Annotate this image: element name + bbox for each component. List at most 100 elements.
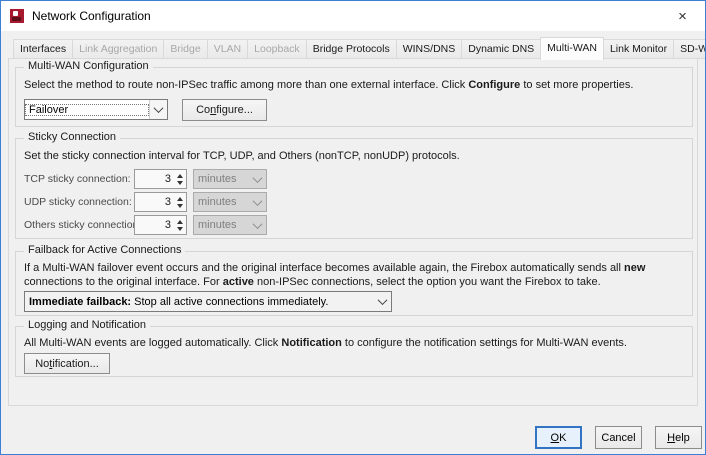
- method-value: Failover: [25, 104, 149, 116]
- button-label: H: [667, 432, 675, 444]
- spinner-buttons: [174, 193, 186, 211]
- tab-label: Link Monitor: [610, 43, 667, 55]
- chevron-down-icon: [374, 292, 391, 311]
- tab-bar: Interfaces Link Aggregation Bridge VLAN …: [13, 37, 706, 59]
- text-bold: Notification: [281, 337, 342, 349]
- udp-sticky-value: 3: [135, 196, 174, 208]
- text-bold: new: [624, 262, 645, 274]
- button-label: Cancel: [601, 432, 635, 444]
- udp-unit-dropdown: minutes: [193, 192, 267, 212]
- tcp-unit-dropdown: minutes: [193, 169, 267, 189]
- text: Stop all active connections immediately.: [131, 296, 328, 308]
- tcp-sticky-input[interactable]: 3: [134, 169, 187, 189]
- spin-up-icon[interactable]: [177, 174, 183, 178]
- text-bold: Configure: [468, 79, 520, 91]
- tab-label: VLAN: [214, 43, 241, 55]
- tab-sd-wan[interactable]: SD-WAN: [673, 39, 706, 59]
- others-sticky-input[interactable]: 3: [134, 215, 187, 235]
- spin-down-icon[interactable]: [177, 227, 183, 231]
- configure-button[interactable]: Configure...: [182, 99, 267, 121]
- text: If a Multi-WAN failover event occurs and…: [24, 262, 624, 274]
- tab-label: SD-WAN: [680, 43, 706, 55]
- failback-action-dropdown[interactable]: Immediate failback: Stop all active conn…: [24, 291, 392, 312]
- tab-label: Bridge Protocols: [313, 43, 390, 55]
- logging-description: All Multi-WAN events are logged automati…: [24, 336, 684, 350]
- button-label: elp: [675, 432, 690, 444]
- tab-label: WINS/DNS: [403, 43, 456, 55]
- spinner-buttons: [174, 170, 186, 188]
- text-bold: Immediate failback:: [29, 296, 131, 308]
- button-label: figure...: [216, 104, 253, 116]
- network-configuration-dialog: Network Configuration × Interfaces Link …: [0, 0, 706, 455]
- tab-loopback: Loopback: [247, 39, 307, 59]
- text: connections to the original interface. F…: [24, 276, 223, 288]
- chevron-down-icon: [249, 193, 266, 211]
- ok-button[interactable]: OK: [535, 426, 582, 449]
- tab-multi-wan[interactable]: Multi-WAN: [540, 37, 604, 60]
- button-label: ification...: [52, 358, 98, 370]
- tcp-sticky-label: TCP sticky connection:: [24, 173, 134, 185]
- group-title: Multi-WAN Configuration: [24, 60, 153, 72]
- multi-wan-tab-panel: Multi-WAN Configuration Select the metho…: [8, 58, 698, 406]
- multiwan-description: Select the method to route non-IPSec tra…: [24, 78, 684, 92]
- text-bold: active: [223, 276, 254, 288]
- window-title: Network Configuration: [32, 9, 151, 23]
- spin-down-icon[interactable]: [177, 181, 183, 185]
- multiwan-configuration-group: Multi-WAN Configuration Select the metho…: [15, 67, 693, 127]
- close-icon: ×: [678, 8, 687, 25]
- cancel-button[interactable]: Cancel: [595, 426, 642, 449]
- tab-label: Link Aggregation: [79, 43, 157, 55]
- tab-interfaces[interactable]: Interfaces: [13, 39, 73, 59]
- notification-button[interactable]: Notification...: [24, 353, 110, 374]
- chevron-down-icon: [249, 216, 266, 234]
- tab-link-monitor[interactable]: Link Monitor: [603, 39, 674, 59]
- text: All Multi-WAN events are logged automati…: [24, 337, 281, 349]
- tab-bridge: Bridge: [163, 39, 207, 59]
- others-sticky-label: Others sticky connection:: [24, 219, 134, 231]
- tcp-sticky-row: TCP sticky connection: 3 minutes: [24, 169, 267, 189]
- titlebar: Network Configuration ×: [1, 1, 705, 31]
- unit-value: minutes: [194, 219, 249, 231]
- close-button[interactable]: ×: [660, 1, 705, 31]
- group-title: Failback for Active Connections: [24, 244, 185, 256]
- spin-up-icon[interactable]: [177, 220, 183, 224]
- tab-label: Multi-WAN: [547, 42, 597, 54]
- app-logo-icon: [10, 9, 24, 23]
- failback-description: If a Multi-WAN failover event occurs and…: [24, 261, 684, 289]
- unit-value: minutes: [194, 196, 249, 208]
- chevron-down-icon: [249, 170, 266, 188]
- tab-bridge-protocols[interactable]: Bridge Protocols: [306, 39, 397, 59]
- logging-notification-group: Logging and Notification All Multi-WAN e…: [15, 326, 693, 377]
- tab-link-aggregation: Link Aggregation: [72, 39, 164, 59]
- tab-dynamic-dns[interactable]: Dynamic DNS: [461, 39, 541, 59]
- group-title: Sticky Connection: [24, 131, 120, 143]
- tab-wins-dns[interactable]: WINS/DNS: [396, 39, 463, 59]
- text: to set more properties.: [520, 79, 633, 91]
- group-title: Logging and Notification: [24, 319, 150, 331]
- help-button[interactable]: Help: [655, 426, 702, 449]
- text: to configure the notification settings f…: [342, 337, 627, 349]
- others-sticky-value: 3: [135, 219, 174, 231]
- tab-label: Interfaces: [20, 43, 66, 55]
- spin-down-icon[interactable]: [177, 204, 183, 208]
- sticky-description: Set the sticky connection interval for T…: [24, 149, 684, 163]
- spin-up-icon[interactable]: [177, 197, 183, 201]
- multiwan-method-dropdown[interactable]: Failover: [24, 99, 168, 120]
- button-label: Co: [196, 104, 210, 116]
- button-label: K: [559, 432, 566, 444]
- failback-group: Failback for Active Connections If a Mul…: [15, 251, 693, 316]
- failback-action-value: Immediate failback: Stop all active conn…: [25, 296, 374, 308]
- text: non-IPSec connections, select the option…: [254, 276, 601, 288]
- sticky-connection-group: Sticky Connection Set the sticky connect…: [15, 138, 693, 239]
- others-unit-dropdown: minutes: [193, 215, 267, 235]
- udp-sticky-input[interactable]: 3: [134, 192, 187, 212]
- chevron-down-icon: [149, 100, 167, 119]
- tab-label: Dynamic DNS: [468, 43, 534, 55]
- others-sticky-row: Others sticky connection: 3 minutes: [24, 215, 267, 235]
- button-label: O: [551, 432, 560, 444]
- unit-value: minutes: [194, 173, 249, 185]
- udp-sticky-label: UDP sticky connection:: [24, 196, 134, 208]
- text: Select the method to route non-IPSec tra…: [24, 79, 468, 91]
- tab-vlan: VLAN: [207, 39, 248, 59]
- tab-label: Bridge: [170, 43, 200, 55]
